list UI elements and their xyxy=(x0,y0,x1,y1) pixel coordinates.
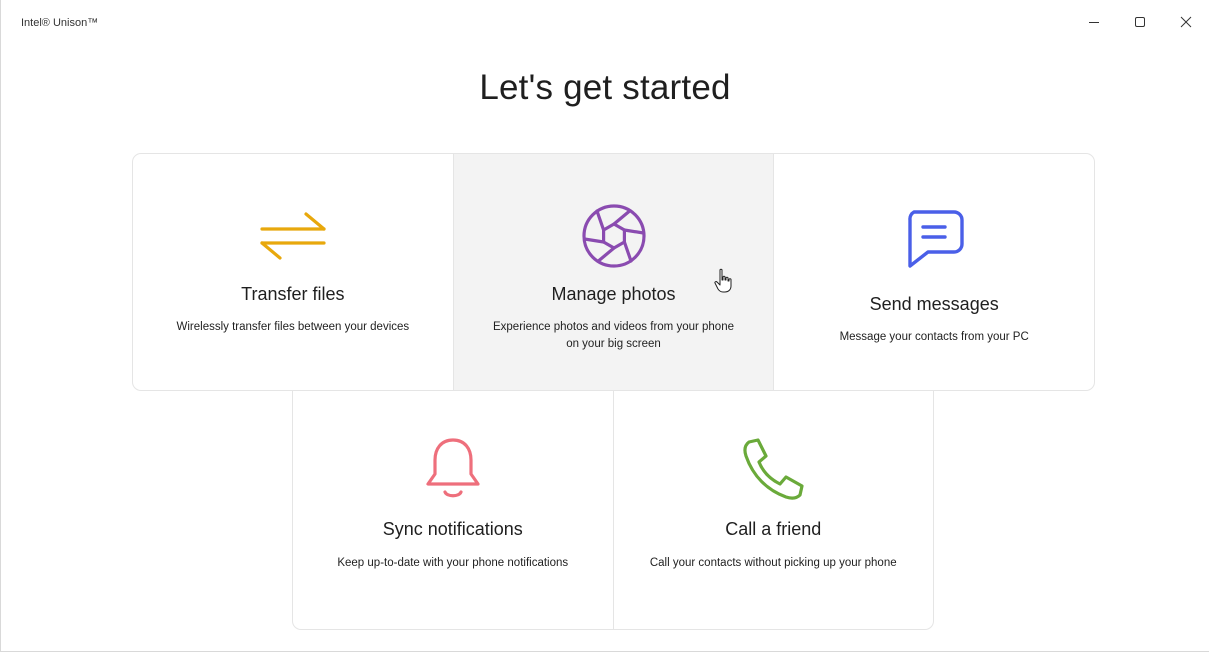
page-title: Let's get started xyxy=(479,68,731,107)
close-icon xyxy=(1180,16,1192,28)
app-title: Intel® Unison™ xyxy=(21,17,99,29)
call-a-friend-card[interactable]: Call a friend Call your contacts without… xyxy=(612,391,934,629)
call-a-friend-description: Call your contacts without picking up yo… xyxy=(649,557,897,569)
maximize-icon xyxy=(1135,17,1145,27)
transfer-files-description: Wirelessly transfer files between your d… xyxy=(176,321,410,333)
maximize-button[interactable] xyxy=(1117,6,1163,38)
minimize-icon xyxy=(1089,22,1099,23)
minimize-button[interactable] xyxy=(1071,6,1117,38)
transfer-files-title: Transfer files xyxy=(241,284,345,304)
manage-photos-description: Experience photos and videos from your p… xyxy=(492,321,734,350)
title-bar[interactable]: Intel® Unison™ xyxy=(1,0,1209,44)
window-controls xyxy=(1071,6,1209,38)
transfer-arrows-icon xyxy=(253,196,333,276)
sync-notifications-card[interactable]: Sync notifications Keep up-to-date with … xyxy=(293,391,613,629)
send-messages-card[interactable]: Send messages Message your contacts from… xyxy=(773,154,1094,390)
bell-icon xyxy=(413,429,493,509)
sync-notifications-title: Sync notifications xyxy=(382,519,523,539)
chat-bubble-icon xyxy=(894,199,974,279)
call-a-friend-title: Call a friend xyxy=(725,519,822,539)
send-messages-title: Send messages xyxy=(869,294,999,314)
app-window: Intel® Unison™ Let's get started Transfe… xyxy=(0,0,1209,652)
feature-cards-bottom-row: Sync notifications Keep up-to-date with … xyxy=(292,391,934,630)
send-messages-description: Message your contacts from your PC xyxy=(839,331,1029,343)
manage-photos-title: Manage photos xyxy=(551,284,676,304)
close-button[interactable] xyxy=(1163,6,1209,38)
transfer-files-card[interactable]: Transfer files Wirelessly transfer files… xyxy=(133,154,453,390)
aperture-icon xyxy=(574,196,654,276)
sync-notifications-description: Keep up-to-date with your phone notifica… xyxy=(337,557,569,569)
feature-cards-top-row: Transfer files Wirelessly transfer files… xyxy=(132,153,1095,391)
phone-icon xyxy=(733,429,813,509)
manage-photos-card[interactable]: Manage photos Experience photos and vide… xyxy=(452,154,774,390)
